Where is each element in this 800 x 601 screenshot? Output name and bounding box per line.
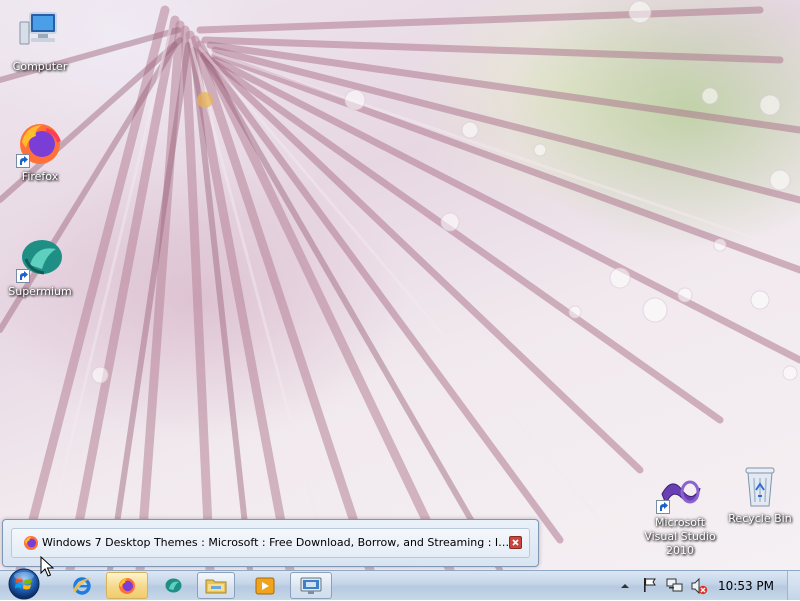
taskbar-button-internet-explorer[interactable] <box>66 572 98 599</box>
action-center-flag-icon[interactable] <box>642 577 658 596</box>
taskbar-button-firefox[interactable] <box>106 572 148 599</box>
system-clock[interactable]: 10:53 PM <box>718 571 774 601</box>
firefox-icon <box>16 120 64 168</box>
mouse-cursor-icon <box>40 555 55 581</box>
close-icon[interactable] <box>509 536 522 549</box>
thumbnail-window-title: Windows 7 Desktop Themes : Microsoft : F… <box>42 536 510 549</box>
firefox-icon <box>23 535 39 554</box>
supermium-icon <box>16 235 64 283</box>
recycle-bin-icon <box>736 462 784 510</box>
desktop-icon-recycle-bin[interactable]: Recycle Bin <box>720 462 800 526</box>
taskbar-button-file-explorer[interactable] <box>197 572 235 599</box>
desktop-icon-supermium[interactable]: Supermium <box>0 235 80 299</box>
desktop-icon-label: Supermium <box>8 285 72 298</box>
visual-studio-icon <box>656 474 704 514</box>
taskbar-button-remote-desktop[interactable] <box>290 572 332 599</box>
shortcut-arrow-icon <box>16 269 30 283</box>
computer-icon <box>16 10 64 58</box>
desktop-icon-label: Computer <box>12 60 68 73</box>
desktop-icon-label: Recycle Bin <box>728 512 792 525</box>
shortcut-arrow-icon <box>16 154 30 168</box>
taskbar: 10:53 PM <box>0 570 800 600</box>
desktop-icon-label: Firefox <box>21 170 59 183</box>
show-hidden-icons-icon[interactable] <box>620 580 630 594</box>
taskbar-thumbnail-preview[interactable]: Windows 7 Desktop Themes : Microsoft : F… <box>2 519 539 567</box>
network-icon[interactable] <box>666 577 684 598</box>
taskbar-button-media-player[interactable] <box>246 572 284 599</box>
desktop-icon-visual-studio[interactable]: Microsoft Visual Studio 2010 <box>640 474 720 558</box>
desktop[interactable]: Computer Firefox Supermium Microsoft Vis… <box>0 0 800 570</box>
desktop-icon-firefox[interactable]: Firefox <box>0 120 80 184</box>
taskbar-button-supermium[interactable] <box>156 572 190 599</box>
show-desktop-button[interactable] <box>787 571 800 600</box>
thumbnail-window-entry[interactable]: Windows 7 Desktop Themes : Microsoft : F… <box>11 528 530 558</box>
volume-muted-icon[interactable] <box>690 577 708 598</box>
shortcut-arrow-icon <box>656 500 670 514</box>
desktop-icon-label: Microsoft Visual Studio 2010 <box>644 516 716 557</box>
desktop-icon-computer[interactable]: Computer <box>0 10 80 74</box>
start-button[interactable] <box>6 568 42 600</box>
